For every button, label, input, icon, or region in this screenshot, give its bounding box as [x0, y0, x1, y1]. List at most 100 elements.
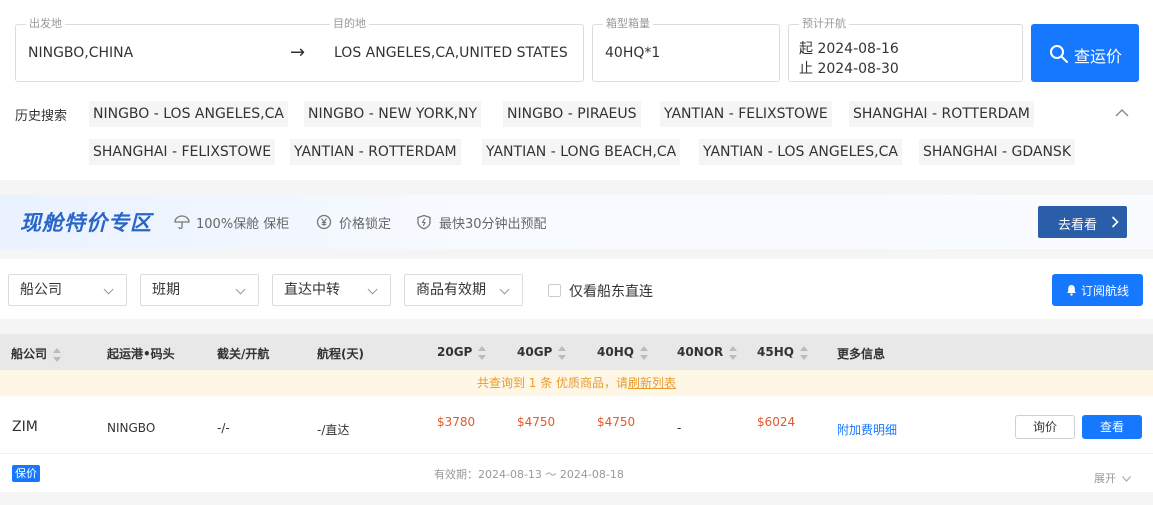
perk-fast-booking: 最快30分钟出预配 — [439, 217, 547, 232]
banner-cta-button[interactable]: 去看看 — [1038, 206, 1127, 238]
sort-icon[interactable] — [799, 345, 808, 360]
row-validity: 有效期：2024-08-13 ～ 2024-08-18 — [434, 468, 624, 481]
dest-input[interactable]: LOS ANGELES,CA,UNITED STATES — [334, 45, 568, 61]
direct-filter-label: 直达中转 — [284, 282, 340, 298]
row-transit: -/直达 — [317, 423, 350, 437]
chevron-down-icon — [499, 284, 510, 295]
col-carrier-label: 船公司 — [11, 347, 48, 361]
search-button[interactable]: 查运价 — [1031, 24, 1139, 82]
route-field[interactable]: 出发地 NINGBO,CHINA → 目的地 LOS ANGELES,CA,UN… — [15, 17, 584, 82]
chevron-right-icon — [1111, 216, 1119, 228]
col-transit: 航程(天) — [317, 347, 364, 361]
perk-guarantee: 100%保舱 保柜 — [196, 217, 290, 232]
col-40hq[interactable]: 40HQ — [597, 345, 648, 360]
history-item[interactable]: SHANGHAI - FELIXSTOWE — [89, 139, 276, 165]
chevron-down-icon — [103, 284, 114, 295]
origin-input[interactable]: NINGBO,CHINA — [28, 45, 133, 61]
shield-lightning-icon — [417, 214, 431, 230]
history-item[interactable]: YANTIAN - FELIXSTOWE — [660, 101, 832, 127]
view-button[interactable]: 查看 — [1082, 415, 1142, 439]
inquire-button-label: 询价 — [1032, 420, 1057, 434]
inquire-button[interactable]: 询价 — [1015, 415, 1075, 439]
surcharge-details-link[interactable]: 附加费明细 — [837, 421, 897, 438]
container-input[interactable]: 40HQ*1 — [605, 45, 660, 61]
row-price-40hq: $4750 — [597, 415, 636, 429]
col-port: 起运港•码头 — [107, 347, 175, 361]
col-40gp-label: 40GP — [517, 345, 553, 359]
history-item[interactable]: YANTIAN - LOS ANGELES,CA — [699, 139, 902, 165]
search-icon — [1050, 45, 1068, 63]
history-item[interactable]: SHANGHAI - GDANSK — [919, 139, 1075, 165]
subscribe-route-button[interactable]: 订阅航线 — [1052, 274, 1143, 306]
sailing-date-field[interactable]: 预计开航 起 2024-08-16 止 2024-08-30 — [788, 17, 1023, 82]
chevron-down-icon — [235, 284, 246, 295]
col-40nor[interactable]: 40NOR — [677, 345, 738, 360]
validity-filter[interactable]: 商品有效期 — [404, 274, 523, 306]
history-item[interactable]: NINGBO - PIRAEUS — [503, 101, 641, 127]
search-button-label: 查运价 — [1074, 47, 1123, 66]
owner-direct-label: 仅看船东直连 — [569, 284, 653, 300]
col-45hq[interactable]: 45HQ — [757, 345, 808, 360]
sailing-label: 预计开航 — [799, 17, 849, 31]
sort-icon[interactable] — [478, 345, 487, 360]
row-divider — [0, 453, 1153, 454]
history-item[interactable]: SHANGHAI - ROTTERDAM — [849, 101, 1034, 127]
col-carrier[interactable]: 船公司 — [11, 345, 62, 362]
sort-icon[interactable] — [558, 345, 567, 360]
row-price-40gp: $4750 — [517, 415, 556, 429]
row-carrier: ZIM — [12, 419, 38, 435]
col-40hq-label: 40HQ — [597, 345, 634, 359]
validity-filter-label: 商品有效期 — [416, 282, 486, 298]
perk-price-lock: 价格锁定 — [339, 217, 392, 232]
schedule-filter[interactable]: 班期 — [140, 274, 259, 306]
history-item[interactable]: NINGBO - LOS ANGELES,CA — [89, 101, 288, 127]
sailing-from[interactable]: 起 2024-08-16 — [799, 38, 899, 58]
chevron-down-icon — [1121, 476, 1131, 482]
sailing-to[interactable]: 止 2024-08-30 — [799, 58, 899, 78]
container-label: 箱型箱量 — [603, 17, 653, 31]
umbrella-icon — [174, 215, 190, 230]
col-45hq-label: 45HQ — [757, 345, 794, 359]
route-arrow-icon: → — [290, 42, 306, 63]
chevron-down-icon — [367, 284, 378, 295]
expand-toggle[interactable]: 展开 — [1094, 470, 1131, 486]
origin-label: 出发地 — [26, 17, 65, 31]
col-cutoff: 截关/开航 — [217, 347, 270, 361]
row-price-20gp: $3780 — [437, 415, 476, 429]
banner-title: 现舱特价专区 — [20, 211, 152, 235]
sort-icon[interactable] — [729, 345, 738, 360]
owner-direct-checkbox[interactable] — [548, 284, 561, 297]
schedule-filter-label: 班期 — [152, 282, 180, 298]
banner-cta-label: 去看看 — [1058, 218, 1098, 233]
history-item[interactable]: NINGBO - NEW YORK,NY — [304, 101, 482, 127]
direct-transfer-filter[interactable]: 直达中转 — [272, 274, 391, 306]
history-item[interactable]: YANTIAN - LONG BEACH,CA — [482, 139, 681, 165]
view-button-label: 查看 — [1099, 420, 1124, 434]
result-notice: 共查询到 1 条 优质商品，请刷新列表 — [0, 370, 1153, 396]
special-offer-banner — [0, 195, 1153, 249]
collapse-chevron-up-icon[interactable] — [1115, 108, 1129, 118]
price-protect-badge: 保价 — [12, 465, 40, 482]
col-20gp[interactable]: 20GP — [437, 345, 487, 360]
result-notice-text: 共查询到 1 条 优质商品，请 — [476, 376, 629, 390]
bell-icon — [1067, 285, 1076, 296]
col-more-info: 更多信息 — [837, 347, 886, 361]
row-port: NINGBO — [107, 421, 156, 435]
row-cutoff: -/- — [217, 421, 230, 435]
col-20gp-label: 20GP — [437, 345, 473, 359]
history-label: 历史搜索 — [15, 109, 68, 124]
col-40gp[interactable]: 40GP — [517, 345, 567, 360]
col-40nor-label: 40NOR — [677, 345, 724, 359]
row-price-40nor: - — [677, 421, 682, 435]
carrier-filter[interactable]: 船公司 — [8, 274, 127, 306]
expand-label: 展开 — [1094, 472, 1116, 485]
dest-label: 目的地 — [330, 17, 369, 31]
row-price-45hq: $6024 — [757, 415, 796, 429]
sort-icon[interactable] — [53, 347, 62, 362]
sort-icon[interactable] — [639, 345, 648, 360]
refresh-list-link[interactable]: 刷新列表 — [628, 376, 676, 390]
carrier-filter-label: 船公司 — [20, 282, 62, 298]
history-item[interactable]: YANTIAN - ROTTERDAM — [290, 139, 461, 165]
yen-circle-icon — [316, 214, 332, 230]
container-field[interactable]: 箱型箱量 40HQ*1 — [592, 17, 780, 82]
